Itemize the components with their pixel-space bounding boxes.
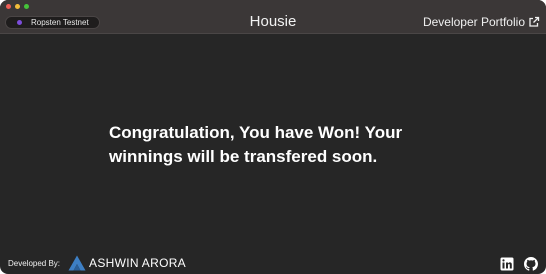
linkedin-icon[interactable] [500, 257, 514, 271]
social-links [500, 257, 538, 271]
developed-by-label: Developed By: [8, 258, 61, 268]
minimize-window-button[interactable] [15, 4, 20, 9]
win-message: Congratulation, You have Won! Your winni… [109, 123, 403, 166]
close-window-button[interactable] [6, 4, 11, 9]
footer: Developed By: ASHWIN ARORA [0, 252, 546, 274]
github-icon[interactable] [524, 257, 538, 271]
portfolio-link-label: Developer Portfolio [422, 15, 525, 29]
developer-portfolio-link[interactable]: Developer Portfolio [423, 14, 540, 30]
developer-name[interactable]: ASHWIN ARORA [89, 256, 186, 270]
window-controls [6, 4, 29, 9]
developer-logo-icon [68, 255, 86, 271]
titlebar: Ropsten Testnet Housie Developer Portfol… [0, 0, 546, 34]
maximize-window-button[interactable] [24, 4, 29, 9]
app-window: Ropsten Testnet Housie Developer Portfol… [0, 0, 546, 274]
external-link-icon [529, 16, 540, 27]
